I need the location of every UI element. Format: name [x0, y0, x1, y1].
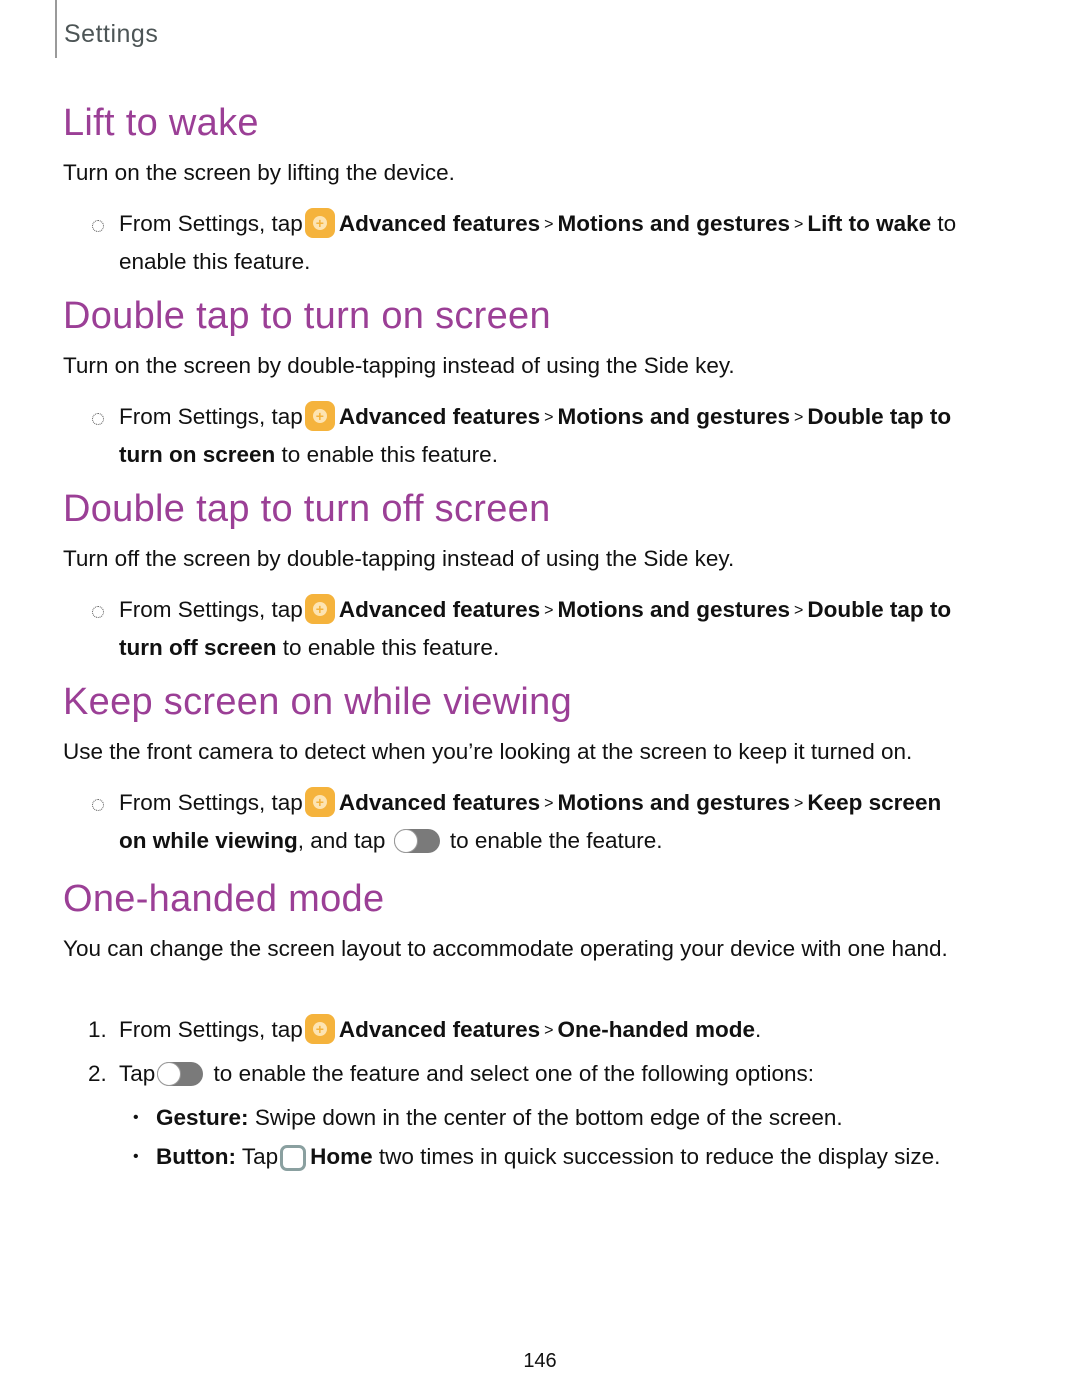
menu-path-target: Lift to wake	[807, 211, 932, 236]
separator: >	[544, 602, 554, 619]
menu-path-target-cont: on while viewing	[119, 828, 298, 853]
section-description: Turn off the screen by double-tapping in…	[63, 546, 735, 571]
menu-path-motions: Motions and gestures	[557, 211, 791, 236]
separator: >	[794, 602, 804, 619]
circle-bullet-icon	[92, 220, 104, 232]
menu-path-target: One-handed mode	[557, 1017, 756, 1042]
circle-bullet-icon	[92, 606, 104, 618]
home-label: Home	[310, 1144, 373, 1169]
menu-path-target-cont: turn off screen	[119, 635, 277, 660]
separator: >	[794, 409, 804, 426]
menu-path-target: Double tap to	[807, 404, 952, 429]
section-title-one-handed-mode: One-handed mode	[63, 878, 385, 920]
toggle-switch-icon	[393, 829, 440, 853]
menu-path-advanced-features: Advanced features	[338, 404, 541, 429]
menu-path-target: Double tap to	[807, 597, 952, 622]
instruction-step: From Settings, tapAdvanced features>Moti…	[88, 592, 1023, 665]
menu-path-advanced-features: Advanced features	[338, 211, 541, 236]
separator: >	[794, 795, 804, 812]
separator: >	[544, 1022, 554, 1039]
header-title: Settings	[64, 20, 159, 48]
step-number: 1.	[88, 1017, 107, 1042]
separator: >	[544, 795, 554, 812]
bullet-dot: •	[133, 1148, 139, 1165]
menu-path-motions: Motions and gestures	[557, 597, 791, 622]
menu-path-advanced-features: Advanced features	[338, 790, 541, 815]
section-description: Use the front camera to detect when you’…	[63, 739, 913, 764]
option-label: Button	[156, 1144, 229, 1169]
section-description: You can change the screen layout to acco…	[63, 936, 948, 961]
menu-path-target: Keep screen	[807, 790, 942, 815]
section-title-double-tap-on: Double tap to turn on screen	[63, 295, 551, 337]
step-number: 2.	[88, 1061, 107, 1086]
circle-bullet-icon	[92, 799, 104, 811]
menu-path-motions: Motions and gestures	[557, 404, 791, 429]
circle-bullet-icon	[92, 413, 104, 425]
bullet	[88, 785, 116, 821]
menu-path-target-cont: turn on screen	[119, 442, 276, 467]
option-label: Gesture	[156, 1105, 242, 1130]
page-header: Settings	[55, 0, 158, 58]
separator: >	[544, 216, 554, 233]
advanced-features-gear-icon	[304, 208, 335, 238]
home-button-icon	[280, 1145, 307, 1171]
section-title-lift-to-wake: Lift to wake	[63, 102, 259, 144]
toggle-switch-icon	[157, 1062, 204, 1086]
separator: >	[544, 409, 554, 426]
advanced-features-gear-icon	[304, 1014, 335, 1044]
numbered-step: 1. From Settings, tapAdvanced features>O…	[88, 1012, 1023, 1050]
instruction-step: From Settings, tapAdvanced features>Moti…	[88, 785, 1023, 858]
page-number: 146	[523, 1350, 557, 1372]
section-description: Turn on the screen by double-tapping ins…	[63, 353, 735, 378]
menu-path-motions: Motions and gestures	[557, 790, 791, 815]
advanced-features-gear-icon	[304, 787, 335, 817]
separator: >	[794, 216, 804, 233]
bullet	[88, 399, 116, 435]
menu-path-advanced-features: Advanced features	[338, 1017, 541, 1042]
bullet	[88, 592, 116, 628]
advanced-features-gear-icon	[304, 594, 335, 624]
instruction-step: From Settings, tapAdvanced features>Moti…	[88, 399, 1023, 472]
section-title-keep-screen-on: Keep screen on while viewing	[63, 681, 573, 723]
numbered-step: 2. Tap to enable the feature and select …	[88, 1056, 1023, 1091]
bullet-dot: •	[133, 1109, 139, 1126]
option-item: • Button: Tap Home two times in quick suc…	[133, 1139, 1033, 1174]
section-title-double-tap-off: Double tap to turn off screen	[63, 488, 551, 530]
option-item: • Gesture: Swipe down in the center of t…	[133, 1100, 1033, 1135]
advanced-features-gear-icon	[304, 401, 335, 431]
menu-path-advanced-features: Advanced features	[338, 597, 541, 622]
instruction-step: From Settings, tapAdvanced features>Moti…	[88, 206, 1023, 279]
section-description: Turn on the screen by lifting the device…	[63, 160, 455, 185]
bullet	[88, 206, 116, 242]
